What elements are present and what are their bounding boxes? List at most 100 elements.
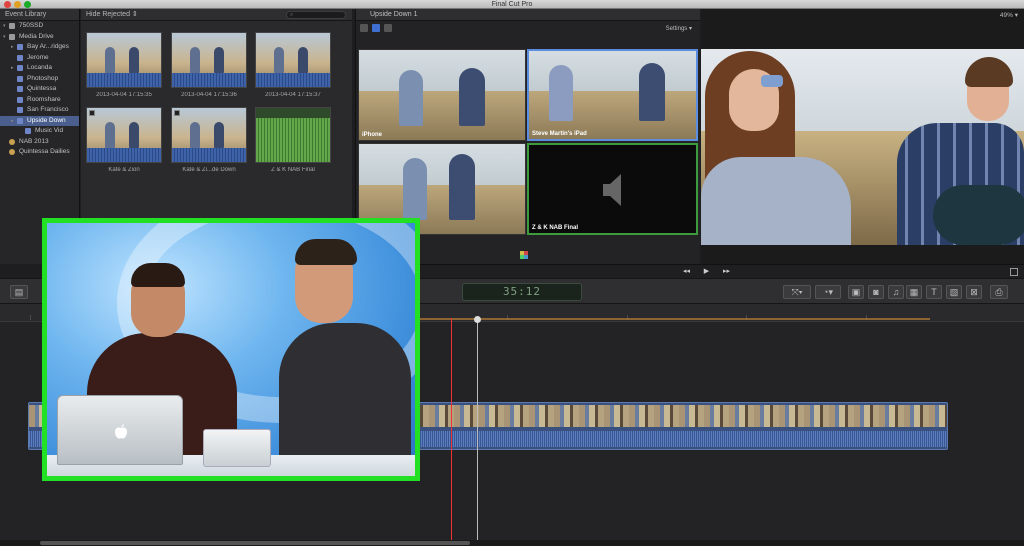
- drive-icon: [9, 23, 15, 30]
- dashboard-timecode[interactable]: 35:12: [462, 283, 582, 301]
- play-icon[interactable]: ▶: [702, 268, 711, 276]
- library-icon: [9, 149, 15, 156]
- library-toggle-icon[interactable]: ▤: [10, 285, 28, 299]
- viewer-frame: [701, 49, 1024, 245]
- viewer-zoom-menu[interactable]: 49% ▾: [1000, 11, 1018, 19]
- speaker-icon: [603, 174, 621, 206]
- event-library-list: ▾ 750SSD ▾ Media Drive ▸ Bay Ar...ridges Jerom…: [0, 21, 79, 158]
- clip-label: 2013-04-04 17:15:35: [96, 92, 152, 98]
- library-item-label: NAB 2013: [19, 137, 49, 145]
- event-icon: [25, 128, 31, 135]
- library-item[interactable]: San Francisco: [0, 105, 79, 116]
- fullscreen-icon[interactable]: [1010, 268, 1018, 276]
- timeline-scrollbar[interactable]: [0, 540, 1024, 546]
- event-icon: [17, 107, 23, 114]
- laptop: [57, 395, 183, 465]
- presenter-right: [279, 323, 411, 473]
- library-item-label: 750SSD: [19, 22, 44, 29]
- library-item[interactable]: ▸ Locanda: [0, 63, 79, 74]
- themes-icon[interactable]: ▧: [946, 285, 962, 299]
- library-item[interactable]: Quintessa Dailies: [0, 147, 79, 158]
- event-icon: [17, 54, 23, 61]
- library-item-label: San Francisco: [27, 106, 69, 113]
- event-icon: [17, 65, 23, 72]
- library-item-label: Photoshop: [27, 74, 59, 82]
- search-icon: ⌕: [290, 12, 294, 18]
- playhead[interactable]: [474, 316, 481, 546]
- library-item[interactable]: NAB 2013: [0, 137, 79, 148]
- event-icon: [17, 117, 23, 124]
- transitions-icon[interactable]: ⊠: [966, 285, 982, 299]
- angle-steve-martins-ipad[interactable]: Steve Martin's iPad: [527, 49, 698, 141]
- clip-label: Kate & Zion: [108, 167, 140, 173]
- title-bar: Final Cut Pro: [0, 0, 1024, 9]
- clip-thumbnail[interactable]: [86, 32, 162, 88]
- previous-frame-icon[interactable]: ◂◂: [682, 268, 691, 276]
- app-title: Final Cut Pro: [491, 1, 533, 8]
- library-item[interactable]: Roomshare: [0, 95, 79, 106]
- angle-caption: Z & K NAB Final: [532, 225, 578, 231]
- event-icon: [17, 86, 23, 93]
- angle-caption: Steve Martin's iPad: [532, 131, 587, 137]
- multicam-badge-icon: [174, 110, 180, 116]
- event-icon: [17, 96, 23, 103]
- skimmer: [451, 318, 452, 546]
- video-audio-switch-icon[interactable]: [360, 24, 368, 32]
- library-item-label: Bay Ar...ridges: [27, 43, 69, 50]
- clip-label: 2013-04-04 17:15:37: [265, 92, 321, 98]
- library-item-label: Music Vid: [35, 127, 64, 134]
- event-library-header: Event Library: [0, 9, 79, 21]
- titles-icon[interactable]: T: [926, 285, 942, 299]
- audio-switch-icon[interactable]: [384, 24, 392, 32]
- filter-popup[interactable]: Hide Rejected ⇕: [86, 9, 138, 20]
- clip-thumbnail[interactable]: [255, 107, 331, 163]
- camera-icon[interactable]: ◙: [868, 285, 884, 299]
- library-item[interactable]: ▾ Media Drive: [0, 32, 79, 43]
- library-item-label: Quintessa: [27, 85, 57, 92]
- angle-viewer-title: Upside Down 1: [356, 9, 700, 21]
- generators-icon[interactable]: ▦: [906, 285, 922, 299]
- angle-zk-nab-final[interactable]: Z & K NAB Final: [527, 143, 698, 235]
- clip-thumbnail[interactable]: [255, 32, 331, 88]
- library-item-label: Jerome: [27, 53, 49, 61]
- angle-iphone[interactable]: iPhone: [358, 49, 526, 141]
- clip-label: 2013-04-04 17:15:36: [181, 92, 237, 98]
- library-item[interactable]: Quintessa: [0, 84, 79, 95]
- select-tool-icon[interactable]: ⤧▾: [783, 285, 811, 299]
- next-frame-icon[interactable]: ▸▸: [722, 268, 731, 276]
- event-icon: [17, 44, 23, 51]
- clip-label: Z & K NAB Final: [271, 167, 315, 173]
- library-item[interactable]: ▸ Bay Ar...ridges: [0, 42, 79, 53]
- browser-search-input[interactable]: ⌕: [286, 11, 346, 19]
- music-icon[interactable]: ♫: [888, 285, 904, 299]
- library-item-label: Upside Down: [27, 116, 66, 124]
- viewer: 49% ▾: [701, 9, 1024, 264]
- clip-label: Kate & Zi...de Down: [182, 167, 236, 173]
- library-item-label: Quintessa Dailies: [19, 148, 70, 155]
- clip-thumbnail[interactable]: [171, 107, 247, 163]
- library-item[interactable]: Photoshop: [0, 74, 79, 85]
- angle-bank-icon[interactable]: [520, 251, 528, 259]
- video-switch-icon[interactable]: [372, 24, 380, 32]
- library-item-label: Media Drive: [19, 32, 54, 40]
- angle-settings-menu[interactable]: Settings ▾: [666, 25, 692, 32]
- tablet: [203, 429, 271, 467]
- inspector-icon[interactable]: ⎙: [990, 285, 1008, 299]
- library-item-label: Roomshare: [27, 95, 61, 103]
- library-icon: [9, 138, 15, 145]
- apple-logo-icon: [115, 424, 127, 439]
- clip-thumbnail[interactable]: [86, 107, 162, 163]
- library-item[interactable]: ▸ Upside Down: [0, 115, 79, 126]
- multicam-badge-icon: [89, 110, 95, 116]
- event-icon: [17, 75, 23, 82]
- angle-caption: iPhone: [362, 132, 383, 138]
- library-item[interactable]: ▾ 750SSD: [0, 21, 79, 32]
- library-item[interactable]: Jerome: [0, 53, 79, 64]
- library-item[interactable]: Music Vid: [0, 126, 79, 137]
- clip-thumbnail[interactable]: [171, 32, 247, 88]
- drive-icon: [9, 33, 15, 40]
- keyword-icon[interactable]: ◔▾: [815, 285, 841, 299]
- photo-browser-icon[interactable]: ▣: [848, 285, 864, 299]
- transport-bar: ◂◂ ▶ ▸▸: [355, 264, 1024, 278]
- presenter-video-overlay: [42, 218, 420, 481]
